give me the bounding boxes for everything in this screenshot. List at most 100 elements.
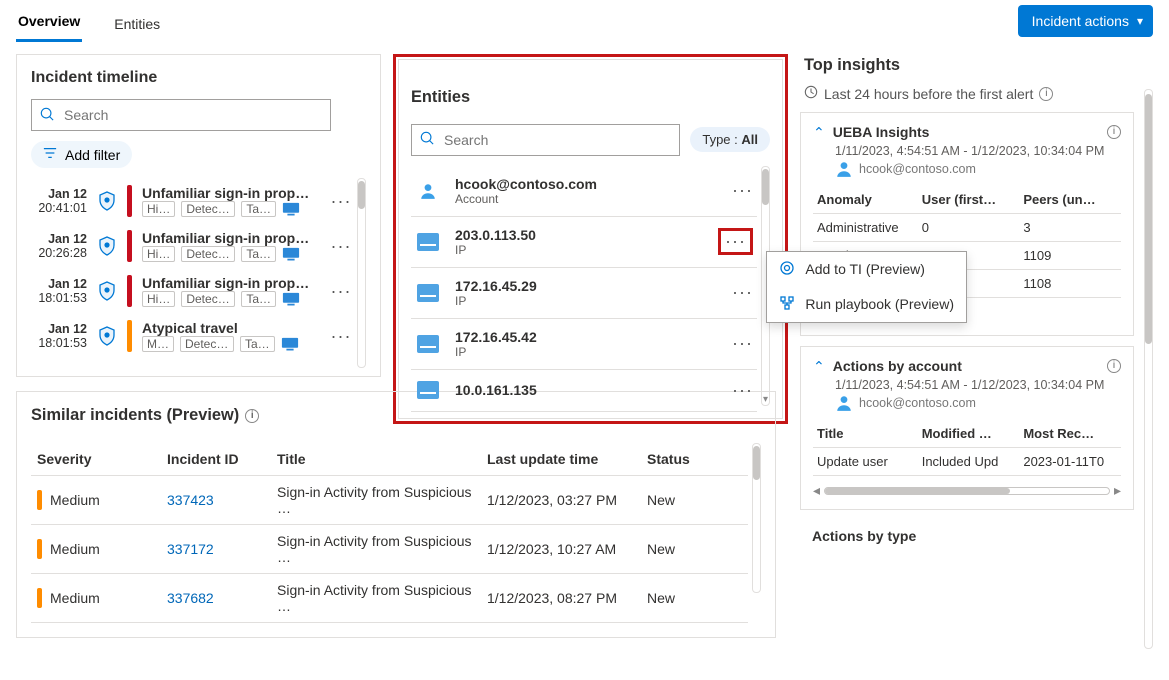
entity-row[interactable]: 203.0.113.50 IP ··· Add to TI (Preview) … bbox=[411, 217, 757, 268]
table-row: Update userIncluded Upd2023-01-11T0 bbox=[813, 448, 1121, 476]
sev-label: Medium bbox=[50, 590, 100, 606]
more-icon[interactable]: ··· bbox=[732, 380, 753, 401]
aa-col-title[interactable]: Title bbox=[813, 420, 918, 448]
entities-list: hcook@contoso.com Account ··· 203.0.113.… bbox=[411, 166, 757, 432]
more-icon[interactable]: ··· bbox=[329, 326, 353, 347]
col-severity[interactable]: Severity bbox=[31, 443, 161, 476]
timeline-date: Jan 1218:01:53 bbox=[31, 322, 87, 350]
more-icon[interactable]: ··· bbox=[329, 236, 353, 257]
more-icon[interactable]: ··· bbox=[329, 191, 353, 212]
incident-id-link[interactable]: 337423 bbox=[167, 492, 214, 508]
incident-title: Sign-in Activity from Suspicious … bbox=[271, 574, 481, 623]
scrollbar-horizontal[interactable]: ◂▸ bbox=[813, 482, 1121, 499]
timeline-item[interactable]: Jan 1220:26:28 Unfamiliar sign-in prop… … bbox=[31, 223, 353, 268]
entity-name: 203.0.113.50 bbox=[455, 227, 704, 243]
sev-label: Medium bbox=[50, 492, 100, 508]
ueba-title: UEBA Insights bbox=[833, 124, 1099, 140]
more-icon[interactable]: ··· bbox=[732, 333, 753, 354]
info-icon[interactable]: i bbox=[1107, 125, 1121, 139]
tabs: Overview Entities bbox=[16, 0, 162, 42]
scrollbar[interactable] bbox=[752, 443, 761, 593]
search-icon bbox=[40, 107, 54, 124]
incident-id-link[interactable]: 337172 bbox=[167, 541, 214, 557]
scrollbar[interactable] bbox=[357, 178, 366, 368]
ueba-col-anomaly[interactable]: Anomaly bbox=[813, 186, 918, 214]
incident-id-link[interactable]: 337682 bbox=[167, 590, 214, 606]
entities-type-filter[interactable]: Type : All bbox=[690, 127, 770, 152]
entity-name: hcook@contoso.com bbox=[455, 176, 718, 192]
incident-time: 1/12/2023, 08:27 PM bbox=[481, 574, 641, 623]
timeline-item[interactable]: Jan 1218:01:53 Unfamiliar sign-in prop… … bbox=[31, 268, 353, 313]
aa-col-modified[interactable]: Modified … bbox=[918, 420, 1020, 448]
actions-by-type-title: Actions by type bbox=[800, 520, 1134, 544]
similar-row[interactable]: Medium 337172 Sign-in Activity from Susp… bbox=[31, 525, 748, 574]
sev-label: Medium bbox=[50, 541, 100, 557]
chevron-up-icon[interactable]: ⌄ bbox=[813, 123, 825, 140]
col-title[interactable]: Title bbox=[271, 443, 481, 476]
entity-row[interactable]: 10.0.161.135 ··· bbox=[411, 370, 757, 412]
entity-row[interactable]: 172.16.45.29 IP ··· bbox=[411, 268, 757, 319]
incident-time: 1/12/2023, 10:27 AM bbox=[481, 525, 641, 574]
actions-by-account-card: ⌄ Actions by account i 1/11/2023, 4:54:5… bbox=[800, 346, 1134, 510]
more-icon[interactable]: ··· bbox=[732, 282, 753, 303]
col-status[interactable]: Status bbox=[641, 443, 748, 476]
tab-entities[interactable]: Entities bbox=[112, 6, 162, 42]
entity-type: IP bbox=[455, 345, 718, 359]
incident-actions-button[interactable]: Incident actions ▾ bbox=[1018, 5, 1153, 37]
add-filter-label: Add filter bbox=[65, 147, 120, 163]
timeline-item[interactable]: Jan 1218:01:53 Atypical travel M…Detecte… bbox=[31, 313, 353, 358]
actions-account-user: hcook@contoso.com bbox=[835, 394, 1121, 412]
incident-status: New bbox=[641, 525, 748, 574]
info-icon[interactable]: i bbox=[1107, 359, 1121, 373]
ip-icon bbox=[417, 381, 439, 399]
playbook-icon bbox=[779, 295, 795, 314]
more-icon[interactable]: ··· bbox=[329, 281, 353, 302]
actions-account-dates: 1/11/2023, 4:54:51 AM - 1/12/2023, 10:34… bbox=[835, 378, 1121, 392]
timeline-item[interactable]: Jan 1220:41:01 Unfamiliar sign-in prop… … bbox=[31, 178, 353, 223]
ueba-col-peers[interactable]: Peers (un… bbox=[1019, 186, 1121, 214]
entity-name: 172.16.45.42 bbox=[455, 329, 718, 345]
incident-status: New bbox=[641, 574, 748, 623]
similar-incidents-card: Similar incidents (Preview) i Severity I… bbox=[16, 391, 776, 638]
entities-search-input[interactable] bbox=[442, 131, 671, 149]
entity-name: 10.0.161.135 bbox=[455, 382, 718, 398]
entity-row[interactable]: hcook@contoso.com Account ··· bbox=[411, 166, 757, 217]
entity-context-menu: Add to TI (Preview) Run playbook (Previe… bbox=[766, 251, 967, 323]
timeline-search-input[interactable] bbox=[62, 106, 322, 124]
ip-icon bbox=[417, 284, 439, 302]
incident-title: Sign-in Activity from Suspicious … bbox=[271, 525, 481, 574]
target-icon bbox=[779, 260, 795, 279]
scrollbar[interactable] bbox=[1144, 89, 1153, 649]
timeline-item-sub: M…Detected b…Ta… bbox=[142, 336, 319, 352]
shield-icon bbox=[97, 326, 117, 346]
aa-col-recent[interactable]: Most Rec… bbox=[1019, 420, 1121, 448]
entity-type: IP bbox=[455, 243, 704, 257]
search-icon bbox=[420, 131, 434, 148]
col-id[interactable]: Incident ID bbox=[161, 443, 271, 476]
entity-row[interactable]: 172.16.45.42 IP ··· bbox=[411, 319, 757, 370]
menu-add-to-ti[interactable]: Add to TI (Preview) bbox=[767, 252, 966, 287]
info-icon[interactable]: i bbox=[1039, 87, 1053, 101]
chevron-up-icon[interactable]: ⌄ bbox=[813, 357, 825, 374]
info-icon[interactable]: i bbox=[245, 409, 259, 423]
more-icon[interactable]: ··· bbox=[725, 231, 746, 251]
timeline-search[interactable] bbox=[31, 99, 331, 131]
severity-bar bbox=[37, 490, 42, 510]
timeline-item-sub: Hi…Detected b…Ta… bbox=[142, 291, 319, 307]
entities-highlight-box: Entities Type : All hcook@contoso.co bbox=[393, 54, 788, 424]
shield-icon bbox=[97, 281, 117, 301]
incident-status: New bbox=[641, 476, 748, 525]
ueba-col-user[interactable]: User (first… bbox=[918, 186, 1020, 214]
top-insights-title: Top insights bbox=[804, 56, 1153, 75]
menu-run-playbook[interactable]: Run playbook (Preview) bbox=[767, 287, 966, 322]
timeline-item-sub: Hi…Detected b…Ta… bbox=[142, 201, 319, 217]
similar-row[interactable]: Medium 337682 Sign-in Activity from Susp… bbox=[31, 574, 748, 623]
similar-row[interactable]: Medium 337423 Sign-in Activity from Susp… bbox=[31, 476, 748, 525]
entity-type: Account bbox=[455, 192, 718, 206]
entities-search[interactable] bbox=[411, 124, 680, 156]
tab-overview[interactable]: Overview bbox=[16, 3, 82, 42]
add-filter-button[interactable]: Add filter bbox=[31, 141, 132, 168]
more-icon[interactable]: ··· bbox=[732, 180, 753, 201]
entity-more-highlight: ··· bbox=[718, 228, 753, 255]
col-time[interactable]: Last update time bbox=[481, 443, 641, 476]
